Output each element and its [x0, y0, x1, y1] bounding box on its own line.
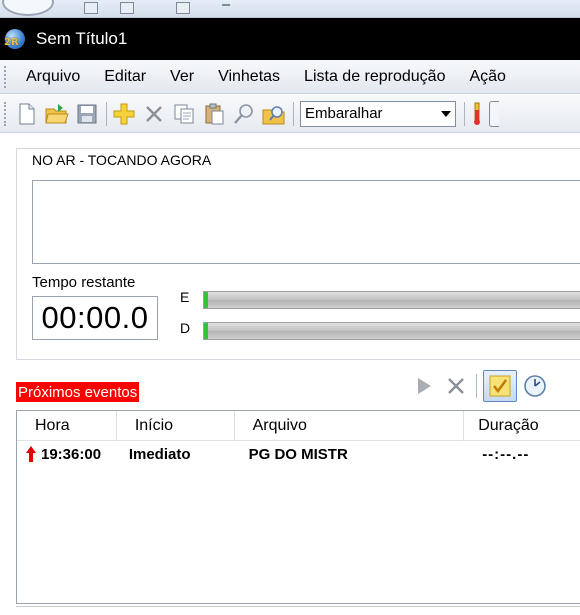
- events-toolbar-separator: [476, 374, 477, 398]
- channel-right-label: D: [180, 320, 191, 336]
- column-duracao[interactable]: Duração: [464, 411, 580, 441]
- toolbar-separator: [293, 101, 294, 126]
- table-row[interactable]: 19:36:00 Imediato PG DO MISTR --:--.--: [17, 441, 580, 467]
- vu-meter-right-fill: [204, 323, 208, 339]
- title-bar: 2R Sem Título1: [0, 18, 580, 60]
- toolbar-separator: [106, 101, 107, 126]
- open-folder-icon[interactable]: [44, 101, 70, 127]
- quick-access-dropdown-icon[interactable]: [222, 4, 230, 6]
- vu-meter-right: [203, 322, 580, 340]
- cell-hora: 19:36:00: [17, 445, 117, 463]
- cell-inicio: Imediato: [128, 445, 191, 463]
- menu-lista-de-reproducao[interactable]: Lista de reprodução: [292, 68, 457, 86]
- red-up-arrow-icon: [26, 446, 36, 462]
- app-orb-button[interactable]: [2, 0, 54, 16]
- main-toolbar: Embaralhar: [0, 95, 580, 133]
- paste-icon[interactable]: [201, 101, 227, 127]
- search-folder-icon[interactable]: [261, 101, 287, 127]
- cell-duracao: --:--.--: [482, 445, 530, 463]
- now-playing-title: NO AR - TOCANDO AGORA: [30, 152, 214, 168]
- column-arquivo[interactable]: Arquivo: [235, 411, 465, 441]
- table-header: Hora Início Arquivo Duração: [17, 411, 580, 441]
- clock-icon[interactable]: [521, 372, 549, 400]
- remove-icon[interactable]: [442, 372, 470, 400]
- channel-left-label: E: [180, 289, 190, 305]
- play-icon[interactable]: [410, 372, 438, 400]
- chevron-down-icon: [441, 110, 451, 117]
- vu-meter-left-fill: [204, 292, 208, 308]
- events-toolbar: [410, 370, 553, 402]
- vu-meter-left: [203, 291, 580, 309]
- window-title: Sem Título1: [36, 29, 128, 48]
- menu-arquivo[interactable]: Arquivo: [14, 68, 92, 86]
- next-events-table: Hora Início Arquivo Duração 19:36:00 Ime…: [16, 410, 580, 604]
- menu-vinhetas[interactable]: Vinhetas: [206, 68, 292, 86]
- playback-mode-value: Embaralhar: [305, 105, 383, 122]
- delete-icon[interactable]: [141, 101, 167, 127]
- column-hora[interactable]: Hora: [17, 411, 117, 441]
- quick-redo-icon[interactable]: [176, 2, 190, 14]
- toolbar-overflow-button[interactable]: [489, 100, 499, 127]
- cell-arquivo: PG DO MISTR: [248, 445, 348, 463]
- save-icon[interactable]: [74, 101, 100, 127]
- toolbar-separator: [464, 101, 465, 126]
- quick-undo-icon[interactable]: [120, 2, 134, 14]
- toolbar-grip[interactable]: [4, 101, 8, 126]
- copy-icon[interactable]: [171, 101, 197, 127]
- time-remaining-label: Tempo restante: [32, 274, 136, 291]
- menu-bar: Arquivo Editar Ver Vinhetas Lista de rep…: [0, 60, 580, 94]
- menu-grip[interactable]: [4, 65, 8, 88]
- now-playing-display: [32, 180, 580, 264]
- search-icon[interactable]: [231, 101, 257, 127]
- time-remaining-display: 00:00.0: [32, 296, 158, 340]
- new-file-icon[interactable]: [14, 101, 40, 127]
- thermometer-icon[interactable]: [469, 101, 485, 127]
- radio-globe-icon: 2R: [4, 27, 30, 51]
- quick-save-icon[interactable]: [84, 2, 98, 14]
- menu-acao[interactable]: Ação: [457, 68, 517, 86]
- playback-mode-select[interactable]: Embaralhar: [300, 100, 456, 127]
- column-inicio[interactable]: Início: [117, 411, 235, 441]
- quick-access-strip: [0, 0, 580, 18]
- next-events-label: Próximos eventos: [16, 382, 140, 402]
- check-icon[interactable]: [483, 370, 517, 402]
- menu-ver[interactable]: Ver: [158, 68, 206, 86]
- menu-editar[interactable]: Editar: [92, 68, 158, 86]
- add-icon[interactable]: [111, 101, 137, 127]
- table-bottom-edge: [16, 606, 580, 607]
